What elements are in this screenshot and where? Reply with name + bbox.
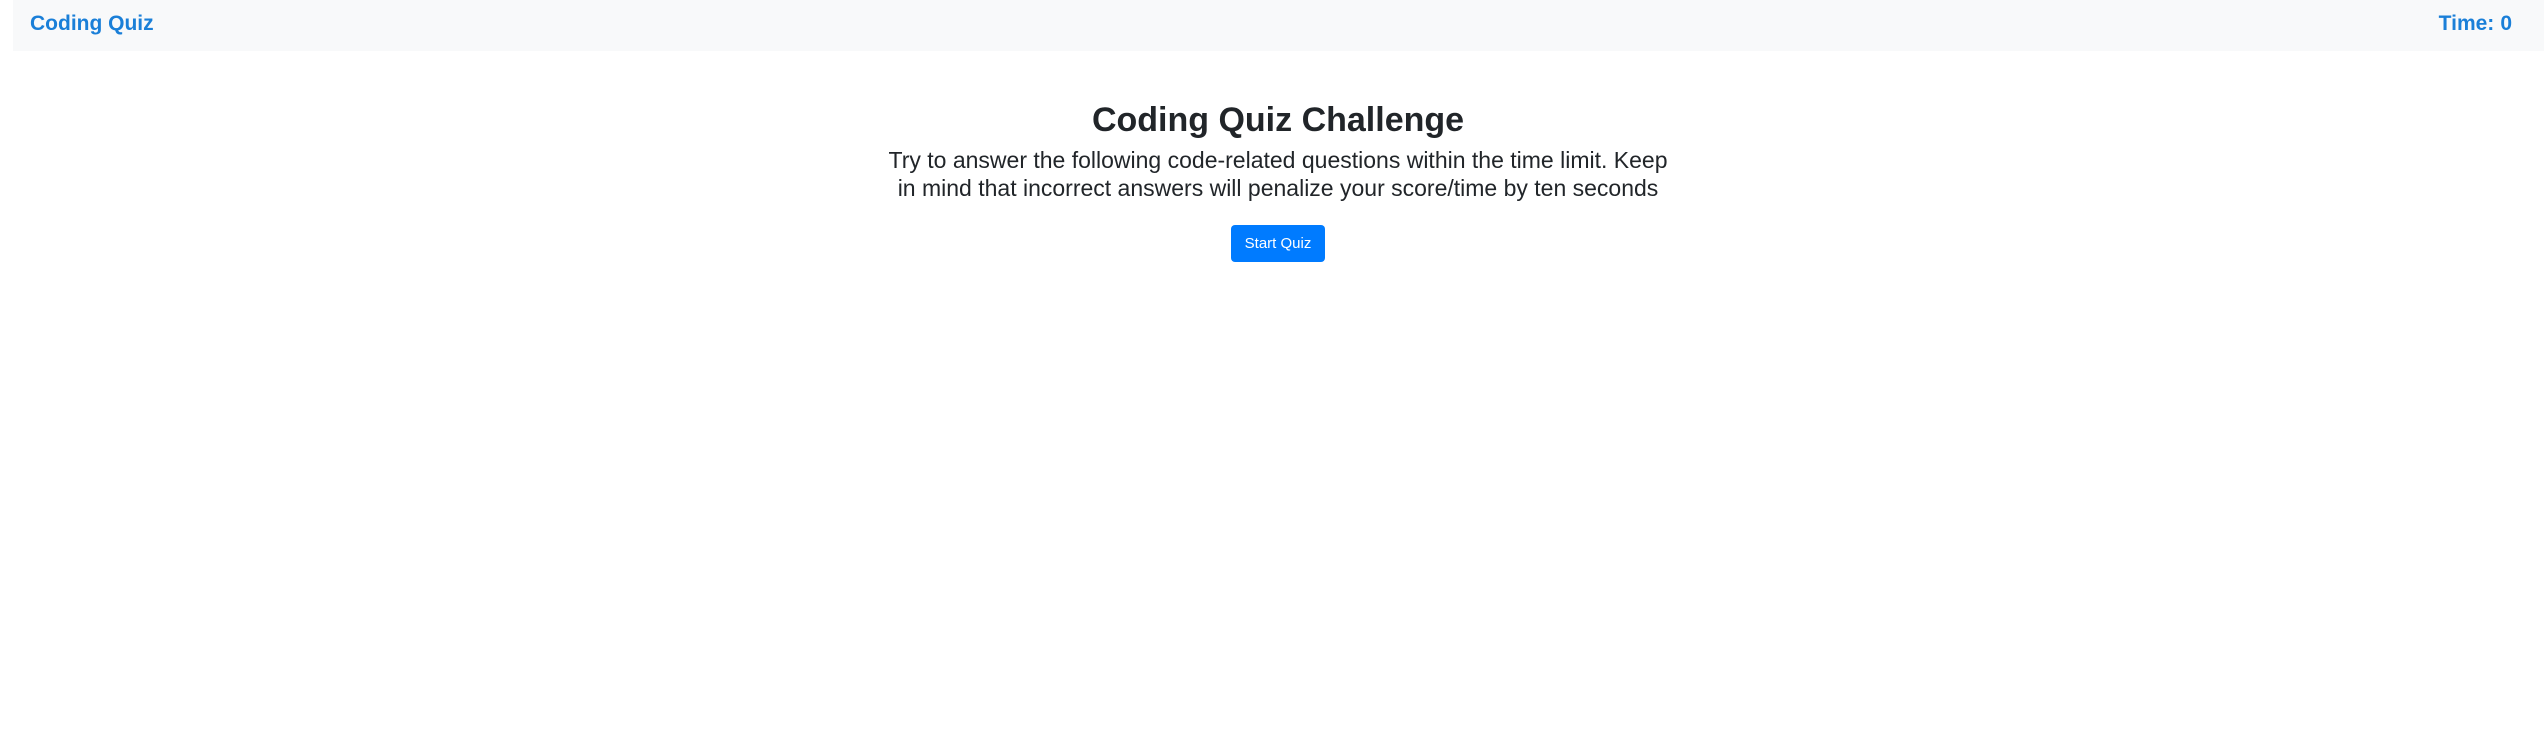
quiz-intro: Coding Quiz Challenge Try to answer the … xyxy=(0,100,2544,262)
intro-text: Try to answer the following code-related… xyxy=(888,147,1668,201)
top-navbar: Coding Quiz Time: 0 xyxy=(13,0,2544,51)
timer-display: Time: 0 xyxy=(2439,11,2512,37)
start-quiz-button[interactable]: Start Quiz xyxy=(1230,225,1326,262)
timer-label: Time: xyxy=(2438,12,2495,35)
timer-value: 0 xyxy=(2500,12,2512,35)
brand-link[interactable]: Coding Quiz xyxy=(30,11,154,37)
page-title: Coding Quiz Challenge xyxy=(1091,101,1465,139)
